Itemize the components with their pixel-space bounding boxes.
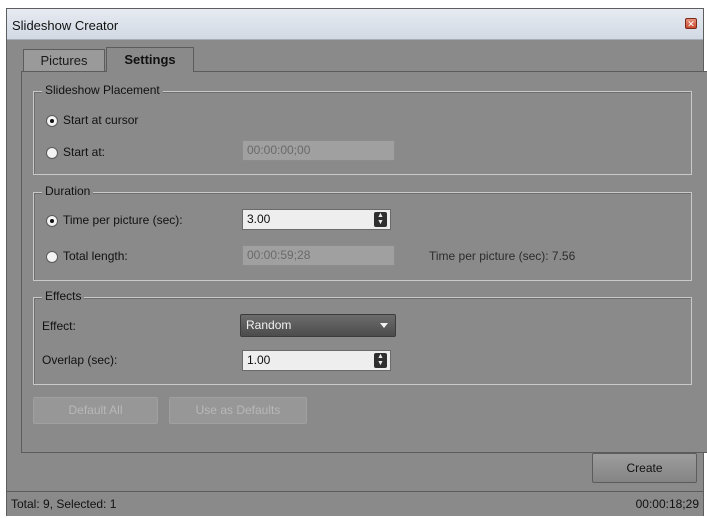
close-icon[interactable]: ✕ [685, 18, 697, 29]
tab-settings[interactable]: Settings [106, 47, 194, 72]
total-length-field[interactable]: 00:00:59;28 [242, 245, 395, 266]
overlap-label: Overlap (sec): [42, 353, 118, 367]
overlap-input[interactable]: 1.00 ▲ ▼ [242, 350, 391, 371]
effect-label: Effect: [42, 319, 76, 333]
time-per-picture-radio[interactable] [46, 215, 58, 227]
effects-legend: Effects [42, 289, 85, 303]
spin-updown-icon[interactable]: ▲ ▼ [374, 353, 387, 368]
duration-legend: Duration [42, 184, 94, 198]
placement-legend: Slideshow Placement [42, 83, 163, 97]
time-per-picture-label[interactable]: Time per picture (sec): [63, 213, 183, 227]
title-bar[interactable]: Slideshow Creator ✕ [7, 9, 703, 40]
overlap-value: 1.00 [247, 353, 271, 367]
tab-pictures[interactable]: Pictures [23, 49, 105, 72]
effect-dropdown[interactable]: Random [240, 314, 396, 337]
total-duration-status: 00:00:18;29 [635, 497, 699, 511]
slideshow-creator-window: Slideshow Creator ✕ Pictures Settings Sl… [6, 8, 707, 516]
time-per-picture-value: 3.00 [247, 212, 271, 226]
create-button[interactable]: Create [592, 453, 697, 483]
duration-group: Duration Time per picture (sec): 3.00 ▲ ▼… [33, 184, 692, 281]
start-at-radio[interactable] [46, 147, 58, 159]
status-bar: Total: 9, Selected: 1 00:00:18;29 [7, 491, 703, 516]
default-all-button[interactable]: Default All [33, 397, 158, 424]
total-length-radio[interactable] [46, 251, 58, 263]
spin-updown-icon[interactable]: ▲ ▼ [374, 212, 387, 227]
start-at-cursor-radio[interactable] [46, 115, 58, 127]
total-length-label[interactable]: Total length: [63, 249, 128, 263]
effect-dropdown-value: Random [246, 318, 292, 332]
start-at-field[interactable]: 00:00:00;00 [242, 140, 395, 161]
use-as-defaults-button[interactable]: Use as Defaults [169, 397, 307, 424]
chevron-down-icon [380, 323, 388, 328]
window-title: Slideshow Creator [12, 18, 119, 33]
start-at-cursor-label[interactable]: Start at cursor [63, 113, 138, 127]
selection-status: Total: 9, Selected: 1 [11, 497, 117, 511]
slideshow-placement-group: Slideshow Placement Start at cursor Star… [33, 83, 692, 175]
start-at-label[interactable]: Start at: [63, 145, 105, 159]
computed-time-per-picture: Time per picture (sec): 7.56 [429, 249, 576, 263]
effects-group: Effects Effect: Random Overlap (sec): 1.… [33, 289, 692, 385]
time-per-picture-input[interactable]: 3.00 ▲ ▼ [242, 209, 391, 230]
